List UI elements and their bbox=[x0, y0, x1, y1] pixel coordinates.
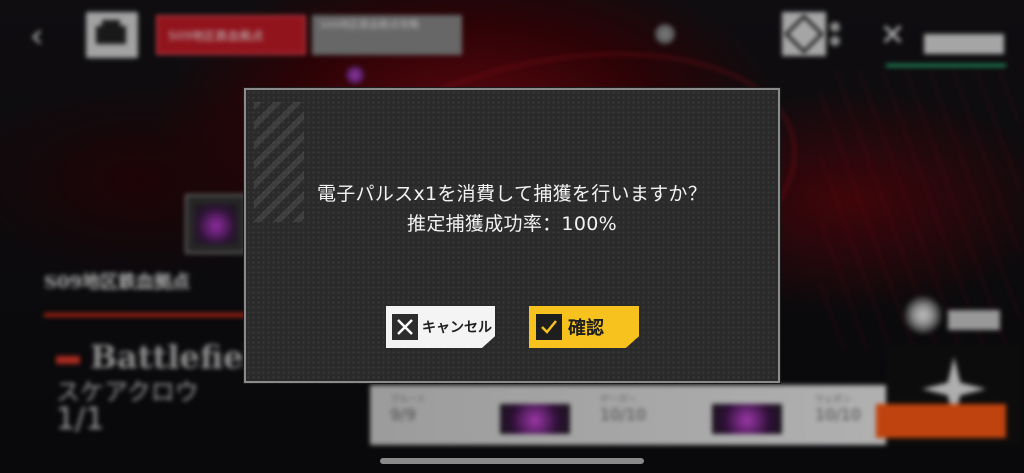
confirm-label: 確認 bbox=[568, 318, 604, 339]
dialog-message: 電子パルスx1を消費して捕獲を行いますか？ bbox=[316, 183, 708, 205]
cancel-label: キャンセル bbox=[422, 320, 492, 336]
confirm-button[interactable]: 確認 bbox=[529, 306, 639, 348]
cancel-button[interactable]: キャンセル bbox=[386, 306, 495, 348]
check-icon bbox=[536, 314, 562, 340]
dialog-success-rate: 推定捕獲成功率：100% bbox=[407, 213, 617, 235]
capture-confirm-dialog: 電子パルスx1を消費して捕獲を行いますか？ 推定捕獲成功率：100% キャンセル… bbox=[244, 88, 780, 383]
close-icon bbox=[392, 314, 418, 340]
